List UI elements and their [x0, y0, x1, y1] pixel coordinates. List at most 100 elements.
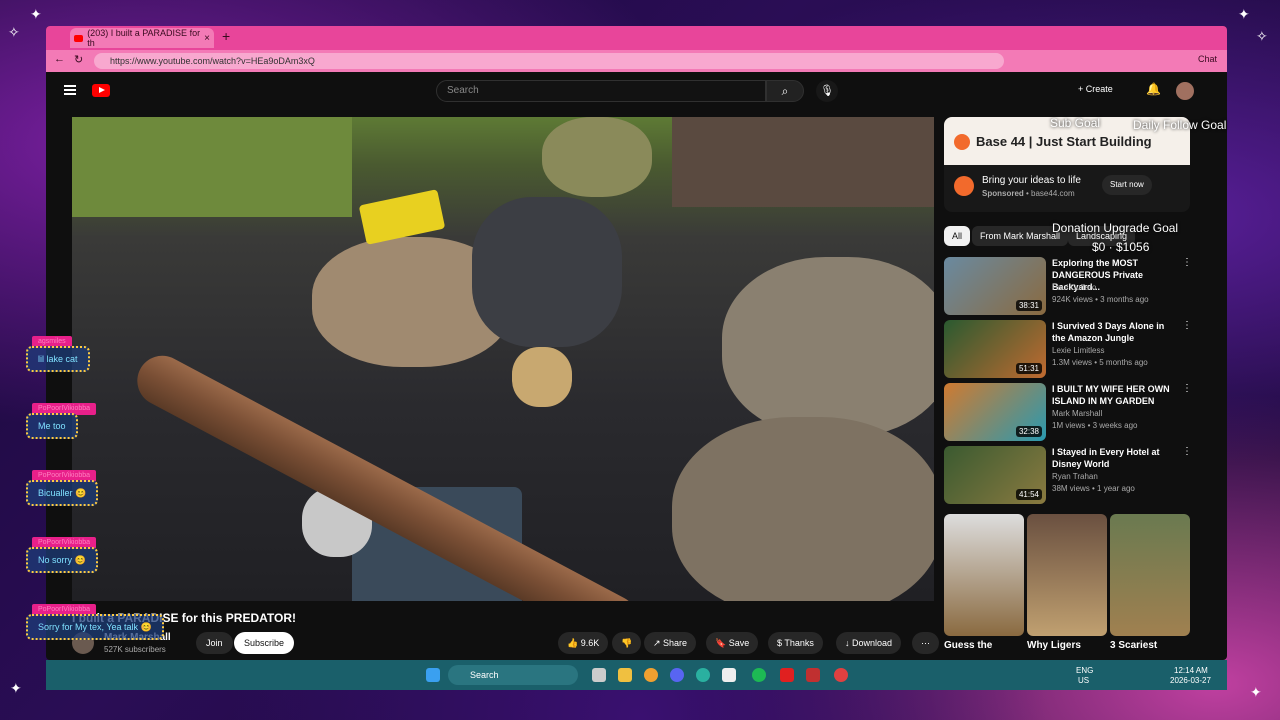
- join-button[interactable]: Join: [196, 632, 233, 654]
- search-input[interactable]: Search: [436, 80, 766, 102]
- more-options-icon[interactable]: ⋮: [1182, 320, 1192, 331]
- new-tab-icon[interactable]: +: [222, 28, 230, 44]
- close-tab-icon[interactable]: ×: [204, 33, 210, 44]
- video-duration: 51:31: [1015, 363, 1042, 374]
- short-title[interactable]: Guess the: [944, 640, 992, 651]
- save-label: Save: [728, 638, 750, 648]
- chat-message: lil lake cat: [26, 346, 90, 372]
- download-button[interactable]: ↓ Download: [836, 632, 902, 654]
- more-actions-icon[interactable]: ⋯: [912, 632, 939, 654]
- ad-brand: Base 44 | Just Start Building: [976, 134, 1152, 149]
- subscribe-button[interactable]: Subscribe: [234, 632, 295, 654]
- recommended-video[interactable]: 51:31 I Survived 3 Days Alone in the Ama…: [944, 320, 1194, 378]
- like-button[interactable]: 👍 9.6K: [558, 632, 609, 654]
- discord-icon[interactable]: [670, 668, 684, 682]
- video-meta: 1M views • 3 weeks ago: [1052, 421, 1138, 430]
- like-count: 9.6K: [580, 638, 600, 648]
- sub-goal-label: Sub Goal: [1050, 116, 1101, 130]
- short-thumbnail[interactable]: [1027, 514, 1107, 636]
- video-channel[interactable]: Ryan Trahan: [1052, 472, 1098, 481]
- video-channel[interactable]: Mark Marshall: [1052, 409, 1102, 418]
- share-button[interactable]: ↗ Share: [644, 632, 697, 654]
- reload-icon[interactable]: ↻: [74, 53, 83, 66]
- video-player[interactable]: [72, 117, 934, 601]
- sponsored-label: Sponsored: [982, 189, 1024, 198]
- browser-tab[interactable]: (203) I built a PARADISE for th ×: [70, 28, 214, 48]
- youtube-logo-icon[interactable]: [92, 84, 110, 97]
- store-icon[interactable]: [722, 668, 736, 682]
- thumbs-down-icon: 👎: [621, 638, 633, 648]
- more-options-icon[interactable]: ⋮: [1182, 257, 1192, 268]
- subscriber-count: 527K subscribers: [104, 645, 166, 654]
- clock-date[interactable]: 2026-03-27: [1170, 676, 1211, 685]
- chat-message: No sorry 😊: [26, 547, 98, 573]
- rock: [672, 417, 934, 601]
- clock-time[interactable]: 12:14 AM: [1174, 666, 1208, 675]
- menu-icon[interactable]: [64, 85, 76, 95]
- short-thumbnail[interactable]: [944, 514, 1024, 636]
- create-button[interactable]: + Create: [1078, 84, 1113, 94]
- url-field[interactable]: https://www.youtube.com/watch?v=HEa9oDAm…: [94, 53, 1004, 69]
- thanks-button[interactable]: $ Thanks: [768, 632, 823, 654]
- chip-all[interactable]: All: [944, 226, 971, 246]
- dislike-button[interactable]: 👎: [612, 632, 642, 654]
- sparkle-icon: ✦: [10, 680, 22, 696]
- rock: [72, 117, 352, 217]
- microphone-icon[interactable]: 🎙: [816, 80, 838, 102]
- search-icon[interactable]: ⌕: [766, 80, 804, 102]
- language-region[interactable]: US: [1078, 676, 1089, 685]
- video-duration: 38:31: [1015, 300, 1042, 311]
- language-code[interactable]: ENG: [1076, 666, 1093, 675]
- account-avatar[interactable]: [1176, 82, 1194, 100]
- start-now-button[interactable]: Start now: [1102, 175, 1152, 195]
- video-thumbnail[interactable]: 32:38: [944, 383, 1046, 441]
- app-icon[interactable]: [806, 668, 820, 682]
- video-thumbnail[interactable]: 41:54: [944, 446, 1046, 504]
- share-icon: ↗: [653, 638, 664, 648]
- video-channel[interactable]: Lexie Limitless: [1052, 346, 1104, 355]
- video-thumbnail[interactable]: 51:31: [944, 320, 1046, 378]
- recommended-video[interactable]: 38:31 Exploring the MOST DANGEROUS Priva…: [944, 257, 1194, 315]
- sparkle-icon: ✦: [1238, 6, 1250, 22]
- chat-message: Me too: [26, 413, 78, 439]
- spotify-icon[interactable]: [752, 668, 766, 682]
- file-explorer-icon[interactable]: [618, 668, 632, 682]
- sparkle-icon: ✦: [30, 6, 42, 22]
- sparkle-icon: ✦: [1250, 684, 1262, 700]
- rock: [512, 347, 572, 407]
- video-channel[interactable]: Paul Cuffaro: [1052, 283, 1096, 292]
- save-button[interactable]: 🔖 Save: [706, 632, 759, 654]
- notification-bell-icon[interactable]: 🔔: [1146, 82, 1161, 96]
- back-icon[interactable]: ←: [54, 53, 65, 65]
- bookmark-icon: 🔖: [715, 638, 729, 648]
- tab-bar: (203) I built a PARADISE for th × +: [46, 26, 1227, 50]
- taskbar-search[interactable]: Search: [448, 665, 578, 685]
- video-title[interactable]: I Survived 3 Days Alone in the Amazon Ju…: [1052, 320, 1180, 344]
- video-title[interactable]: I Stayed in Every Hotel at Disney World: [1052, 446, 1180, 470]
- video-meta: 1.3M views • 5 months ago: [1052, 358, 1148, 367]
- recommended-video[interactable]: 32:38 I BUILT MY WIFE HER OWN ISLAND IN …: [944, 383, 1194, 441]
- chat-message: Bicualler 😊: [26, 480, 99, 506]
- video-title[interactable]: I BUILT MY WIFE HER OWN ISLAND IN MY GAR…: [1052, 383, 1180, 407]
- more-options-icon[interactable]: ⋮: [1182, 446, 1192, 457]
- thumbs-up-icon: 👍: [567, 638, 581, 648]
- app-icon[interactable]: [644, 668, 658, 682]
- youtube-header: Search ⌕ 🎙 + Create 🔔: [46, 72, 1227, 112]
- chat-button[interactable]: Chat: [1198, 54, 1217, 64]
- short-title[interactable]: 3 Scariest: [1110, 640, 1157, 651]
- video-thumbnail[interactable]: 38:31: [944, 257, 1046, 315]
- acrobat-icon[interactable]: [780, 668, 794, 682]
- short-thumbnail[interactable]: [1110, 514, 1190, 636]
- edge-icon[interactable]: [696, 668, 710, 682]
- ad-title: Bring your ideas to life: [982, 175, 1081, 186]
- windows-start-icon[interactable]: [426, 668, 440, 682]
- recommended-video[interactable]: 41:54 I Stayed in Every Hotel at Disney …: [944, 446, 1194, 504]
- chrome-icon[interactable]: [834, 668, 848, 682]
- more-options-icon[interactable]: ⋮: [1182, 383, 1192, 394]
- short-title[interactable]: Why Ligers: [1027, 640, 1081, 651]
- download-icon: ↓: [845, 638, 853, 648]
- video-meta: 38M views • 1 year ago: [1052, 484, 1135, 493]
- person: [472, 197, 622, 347]
- task-view-icon[interactable]: [592, 668, 606, 682]
- create-label: Create: [1085, 84, 1113, 94]
